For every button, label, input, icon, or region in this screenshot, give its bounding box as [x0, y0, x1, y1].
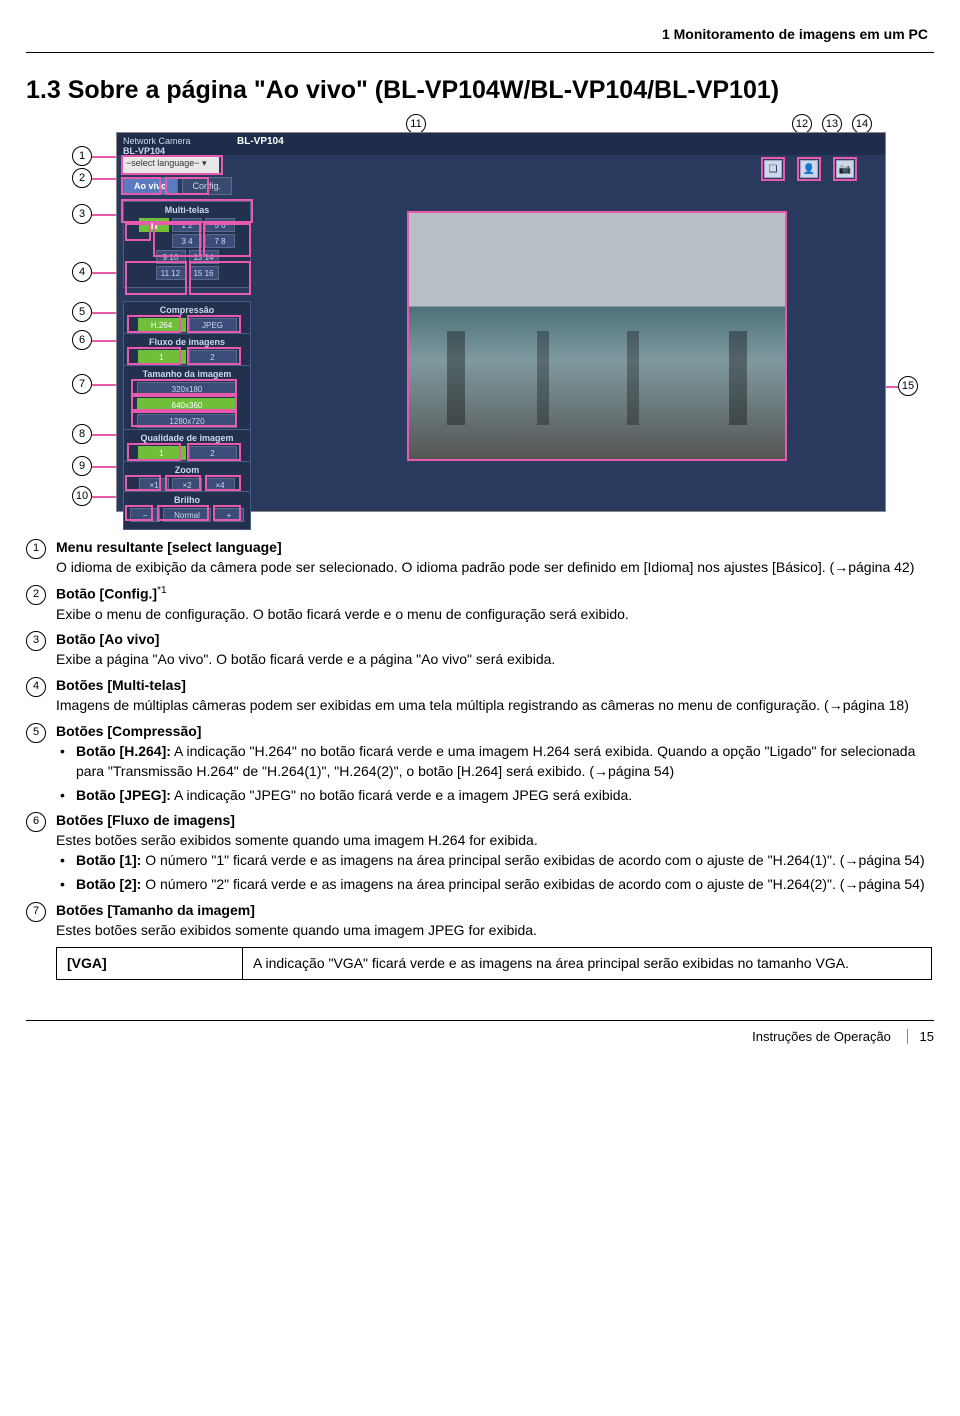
flux-1[interactable]: 1: [138, 350, 186, 364]
language-select[interactable]: −select language− ▾: [123, 157, 219, 173]
expand-icon[interactable]: ❏: [764, 160, 782, 178]
bri-plus[interactable]: +: [214, 508, 244, 522]
header-rule: [26, 52, 934, 53]
bri-normal[interactable]: Normal: [163, 508, 211, 522]
callout-13: 13: [822, 114, 842, 134]
tab-config[interactable]: Config.: [182, 177, 233, 195]
size-1280[interactable]: 1280x720: [137, 414, 237, 428]
vga-table: [VGA] A indicação "VGA" ficará verde e a…: [56, 947, 932, 981]
vga-key: [VGA]: [57, 947, 243, 980]
multitela-btn-1[interactable]: ▦: [139, 218, 169, 232]
item-3-text: Exibe a página "Ao vivo". O botão ficará…: [56, 651, 555, 667]
item-1-text: O idioma de exibição da câmera pode ser …: [56, 559, 914, 575]
item-2-sup: *1: [157, 585, 166, 596]
item-4: Botões [Multi-telas] Imagens de múltipla…: [26, 676, 932, 716]
size-640[interactable]: 640x360: [137, 398, 237, 412]
item-6-head: Botões [Fluxo de imagens]: [56, 812, 235, 828]
item-7: Botões [Tamanho da imagem] Estes botões …: [26, 901, 932, 980]
callout-4: 4: [72, 262, 92, 282]
callout-15: 15: [898, 376, 918, 396]
zoom-x2[interactable]: ×2: [172, 478, 202, 492]
callout-1: 1: [72, 146, 92, 166]
bri-minus[interactable]: −: [130, 508, 160, 522]
callout-3: 3: [72, 204, 92, 224]
item-4-head: Botões [Multi-telas]: [56, 677, 186, 693]
item-5-head: Botões [Compressão]: [56, 723, 201, 739]
item-7-text: Estes botões serão exibidos somente quan…: [56, 922, 537, 938]
size-320[interactable]: 320x180: [137, 382, 237, 396]
item-6-text: Estes botões serão exibidos somente quan…: [56, 832, 538, 848]
item-2-head: Botão [Config.]: [56, 586, 157, 602]
live-video-area[interactable]: [407, 211, 787, 461]
callout-9: 9: [72, 456, 92, 476]
tab-live[interactable]: Ao vivo: [123, 177, 178, 195]
qual-1[interactable]: 1: [138, 446, 186, 460]
qual-2[interactable]: 2: [189, 446, 237, 460]
item-3: Botão [Ao vivo] Exibe a página "Ao vivo"…: [26, 630, 932, 670]
flux-2[interactable]: 2: [189, 350, 237, 364]
panel-tamanho: Tamanho da imagem 320x180 640x360 1280x7…: [123, 365, 251, 436]
snapshot-icon[interactable]: 📷: [836, 160, 854, 178]
item-7-head: Botões [Tamanho da imagem]: [56, 902, 255, 918]
callout-12: 12: [792, 114, 812, 134]
panel-multitelas: Multi-telas ▦1 25 6 3 47 8 9 1013 14 11 …: [123, 201, 251, 288]
item-2-text: Exibe o menu de configuração. O botão fi…: [56, 606, 629, 622]
item-6-b2: Botão [2]: O número "2" ficará verde e a…: [56, 875, 932, 895]
annotated-screenshot: 1 2 3 4 5 6 7 8 9 10 11 12 13 14 15: [26, 114, 926, 524]
vga-val: A indicação "VGA" ficará verde e as imag…: [243, 947, 932, 980]
page-footer: Instruções de Operação 15: [26, 1020, 934, 1044]
callout-8: 8: [72, 424, 92, 444]
item-3-head: Botão [Ao vivo]: [56, 631, 159, 647]
zoom-x1[interactable]: ×1: [139, 478, 169, 492]
item-6: Botões [Fluxo de imagens] Estes botões s…: [26, 811, 932, 895]
item-4-text: Imagens de múltiplas câmeras podem ser e…: [56, 697, 909, 713]
item-2: Botão [Config.]*1 Exibe o menu de config…: [26, 584, 932, 624]
item-5-b1: Botão [H.264]: A indicação "H.264" no bo…: [56, 742, 932, 782]
user-icon[interactable]: 👤: [800, 160, 818, 178]
section-title: 1.3 Sobre a página "Ao vivo" (BL-VP104W/…: [26, 75, 934, 106]
callout-6: 6: [72, 330, 92, 350]
callout-11: 11: [406, 114, 426, 134]
callout-5: 5: [72, 302, 92, 322]
zoom-x4[interactable]: ×4: [205, 478, 235, 492]
btn-jpeg[interactable]: JPEG: [189, 318, 237, 332]
btn-h264[interactable]: H.264: [138, 318, 186, 332]
chapter-header: 1 Monitoramento de imagens em um PC: [26, 26, 934, 42]
callout-2: 2: [72, 168, 92, 188]
item-6-b1: Botão [1]: O número "1" ficará verde e a…: [56, 851, 932, 871]
callout-14: 14: [852, 114, 872, 134]
footer-label: Instruções de Operação: [752, 1029, 891, 1044]
item-1-head: Menu resultante [select language]: [56, 539, 282, 555]
camera-ui-screenshot: Network CameraBL-VP104 BL-VP104 −select …: [116, 132, 886, 512]
callout-7: 7: [72, 374, 92, 394]
callout-10: 10: [72, 486, 92, 506]
item-1: Menu resultante [select language] O idio…: [26, 538, 932, 578]
panel-brilho: Brilho −Normal+: [123, 491, 251, 530]
item-5-b2: Botão [JPEG]: A indicação "JPEG" no botã…: [56, 786, 932, 806]
page-number: 15: [907, 1029, 934, 1044]
item-5: Botões [Compressão] Botão [H.264]: A ind…: [26, 722, 932, 806]
